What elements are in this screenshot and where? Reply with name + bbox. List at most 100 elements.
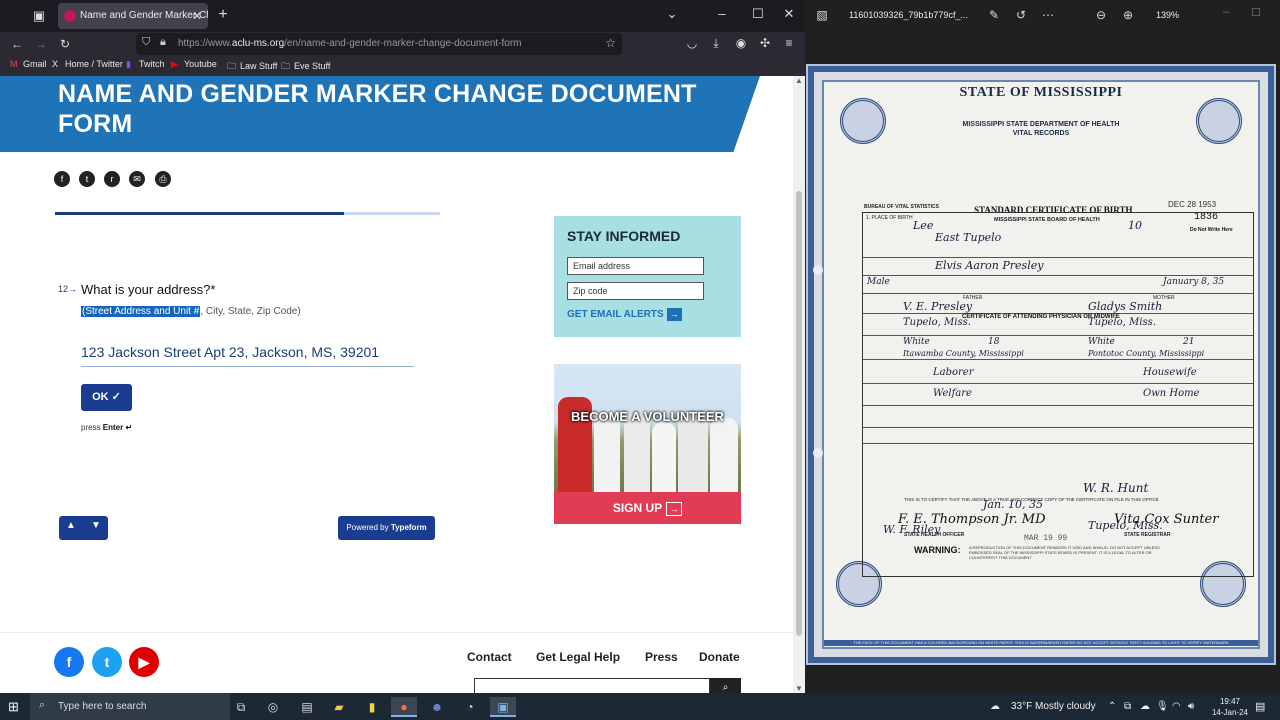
warning-text: A REPRODUCTION OF THIS DOCUMENT RENDERS … bbox=[969, 545, 1160, 560]
form-rule bbox=[863, 257, 1253, 258]
weather-text[interactable]: 33°F Mostly cloudy bbox=[1011, 701, 1096, 712]
reddit-share-icon[interactable]: r bbox=[104, 171, 120, 187]
viewer-maximize-icon[interactable]: ☐ bbox=[1246, 6, 1266, 19]
footer-search-input[interactable] bbox=[474, 678, 710, 693]
downloads-icon[interactable]: ⤓ bbox=[707, 36, 725, 51]
facebook-icon[interactable]: f bbox=[54, 647, 84, 677]
scroll-down-icon[interactable]: ▼ bbox=[795, 684, 803, 693]
list-all-tabs-icon[interactable]: ⌄ bbox=[660, 6, 684, 22]
certificate-state-header: STATE OF MISSISSIPPI bbox=[959, 85, 1123, 100]
footer-link-contact[interactable]: Contact bbox=[467, 650, 512, 664]
twitter-icon[interactable]: t bbox=[92, 647, 122, 677]
county-value: Lee bbox=[913, 219, 934, 232]
form-rule bbox=[863, 359, 1253, 360]
bookmark-star-icon[interactable]: ☆ bbox=[605, 36, 616, 50]
footer-link-donate[interactable]: Donate bbox=[699, 650, 740, 664]
get-email-alerts-button[interactable]: GET EMAIL ALERTS → bbox=[567, 308, 682, 321]
weather-icon[interactable]: ☁ bbox=[990, 701, 1000, 712]
footer-link-legal-help[interactable]: Get Legal Help bbox=[536, 650, 620, 664]
account-icon[interactable]: ◉ bbox=[732, 36, 750, 50]
task-view-icon[interactable]: ⧉ bbox=[228, 697, 254, 717]
mother-name-value: Gladys Smith bbox=[1088, 300, 1163, 313]
zoom-in-icon[interactable]: ⊕ bbox=[1119, 8, 1137, 22]
bookmark-twitter[interactable]: X Home / Twitter bbox=[52, 59, 123, 69]
photos-icon[interactable]: ▣ bbox=[490, 697, 516, 717]
mother-occupation-value: Housewife bbox=[1143, 367, 1197, 378]
maximize-icon[interactable]: ☐ bbox=[746, 6, 770, 22]
pocket-icon[interactable]: ◡ bbox=[683, 36, 701, 50]
firefox-icon[interactable]: ● bbox=[391, 697, 417, 717]
steam-icon[interactable]: ◎ bbox=[260, 697, 286, 717]
edit-icon[interactable]: ✎ bbox=[985, 8, 1003, 22]
tab-close-icon[interactable]: ✕ bbox=[192, 3, 202, 29]
tray-overflow-icon[interactable]: ⌃ bbox=[1108, 701, 1116, 712]
lock-icon[interactable]: 🔒︎ bbox=[160, 36, 166, 49]
gallery-icon[interactable]: ▧ bbox=[813, 8, 831, 22]
wifi-icon[interactable]: ◠ bbox=[1172, 701, 1181, 712]
facebook-share-icon[interactable]: f bbox=[54, 171, 70, 187]
tracking-shield-icon[interactable]: ⛉ bbox=[142, 36, 150, 49]
search-icon: ⌕ bbox=[39, 699, 46, 711]
taskbar-search[interactable]: ⌕ Type here to search bbox=[30, 693, 230, 720]
reload-icon[interactable]: ↻ bbox=[56, 36, 74, 52]
extensions-icon[interactable]: ✣ bbox=[756, 36, 774, 50]
page-scrollbar[interactable]: ▲ ▼ bbox=[793, 76, 805, 693]
notifications-icon[interactable]: ▤ bbox=[1255, 700, 1265, 713]
rotate-icon[interactable]: ↺ bbox=[1012, 8, 1030, 22]
file-explorer-icon[interactable]: ▰ bbox=[326, 697, 352, 717]
tab-list-icon[interactable]: ▣ bbox=[30, 7, 48, 25]
back-icon[interactable]: ← bbox=[8, 36, 26, 52]
scroll-up-icon[interactable]: ▲ bbox=[795, 76, 803, 85]
menu-icon[interactable]: ≡ bbox=[780, 36, 798, 50]
url-text[interactable]: https://www.aclu-ms.org/en/name-and-gend… bbox=[178, 38, 522, 49]
close-window-icon[interactable]: ✕ bbox=[777, 6, 801, 22]
bookmarks-bar: M Gmail X Home / Twitter ▮ Twitch ▶ Youtube … bbox=[0, 56, 805, 76]
notes-icon[interactable]: ▮ bbox=[359, 697, 385, 717]
footer-link-press[interactable]: Press bbox=[645, 650, 678, 664]
tab-active[interactable]: Name and Gender Marker Chan ✕ bbox=[58, 3, 208, 29]
microphone-icon[interactable]: 🎙︎ bbox=[1156, 701, 1169, 712]
obs-icon[interactable]: ◔ bbox=[457, 697, 483, 717]
viewer-minimize-icon[interactable]: – bbox=[1216, 6, 1236, 18]
search-icon[interactable]: ⌕ bbox=[710, 678, 741, 693]
new-tab-icon[interactable]: + bbox=[214, 6, 232, 24]
print-share-icon[interactable]: ⎙ bbox=[155, 171, 171, 187]
app-icon[interactable]: ▤ bbox=[294, 697, 320, 717]
zip-field[interactable]: Zip code bbox=[567, 282, 704, 300]
scrollbar-thumb[interactable] bbox=[796, 191, 802, 636]
issue-date: MAR 19 99 bbox=[1024, 534, 1068, 543]
selected-help-text: (Street Address and Unit # bbox=[81, 306, 201, 317]
ok-button[interactable]: OK ✓ bbox=[81, 384, 132, 411]
viewer-pan-handle[interactable] bbox=[813, 448, 823, 458]
bookmark-youtube[interactable]: ▶ Youtube bbox=[171, 59, 217, 70]
address-input[interactable]: 123 Jackson Street Apt 23, Jackson, MS, … bbox=[81, 344, 414, 367]
form-rule bbox=[863, 335, 1253, 336]
zoom-out-icon[interactable]: ⊖ bbox=[1092, 8, 1110, 22]
viewer-pan-handle[interactable] bbox=[813, 265, 823, 275]
arrow-right-icon: → bbox=[666, 502, 683, 516]
twitter-share-icon[interactable]: t bbox=[79, 171, 95, 187]
volume-icon[interactable]: 🔊︎ bbox=[1188, 701, 1194, 712]
url-bar[interactable]: ⛉ 🔒︎ https://www.aclu-ms.org/en/name-and… bbox=[136, 33, 622, 55]
father-occupation-value: Laborer bbox=[933, 367, 974, 378]
email-share-icon[interactable]: ✉ bbox=[129, 171, 145, 187]
next-question-icon[interactable]: ▼ bbox=[84, 520, 108, 531]
cloud-icon[interactable]: ☁ bbox=[1140, 701, 1150, 712]
clock[interactable]: 19:47 14-Jan-24 bbox=[1208, 696, 1252, 718]
bookmark-folder-eve[interactable]: 🗀︎ Eve Stuff bbox=[281, 59, 330, 75]
youtube-icon[interactable]: ▶ bbox=[129, 647, 159, 677]
bookmark-folder-law[interactable]: 🗀︎ Law Stuff bbox=[227, 59, 277, 75]
sign-up-button[interactable]: SIGN UP → bbox=[554, 492, 741, 524]
email-field[interactable]: Email address bbox=[567, 257, 704, 275]
windows-start-icon[interactable]: ⊞ bbox=[8, 699, 19, 715]
birth-certificate-image: STATE OF MISSISSIPPI MISSISSIPPI STATE D… bbox=[806, 64, 1276, 665]
forward-icon[interactable]: → bbox=[32, 36, 50, 52]
minimize-icon[interactable]: – bbox=[710, 6, 734, 21]
bookmark-twitch[interactable]: ▮ Twitch bbox=[126, 59, 165, 70]
discord-icon[interactable]: ☻ bbox=[424, 697, 450, 717]
bookmark-gmail[interactable]: M Gmail bbox=[10, 59, 47, 69]
powered-by-typeform-button[interactable]: Powered by Typeform bbox=[338, 516, 435, 540]
more-options-icon[interactable]: ⋯ bbox=[1039, 8, 1057, 22]
previous-question-icon[interactable]: ▲ bbox=[59, 520, 83, 531]
network-icon[interactable]: ⧉ bbox=[1124, 701, 1131, 712]
